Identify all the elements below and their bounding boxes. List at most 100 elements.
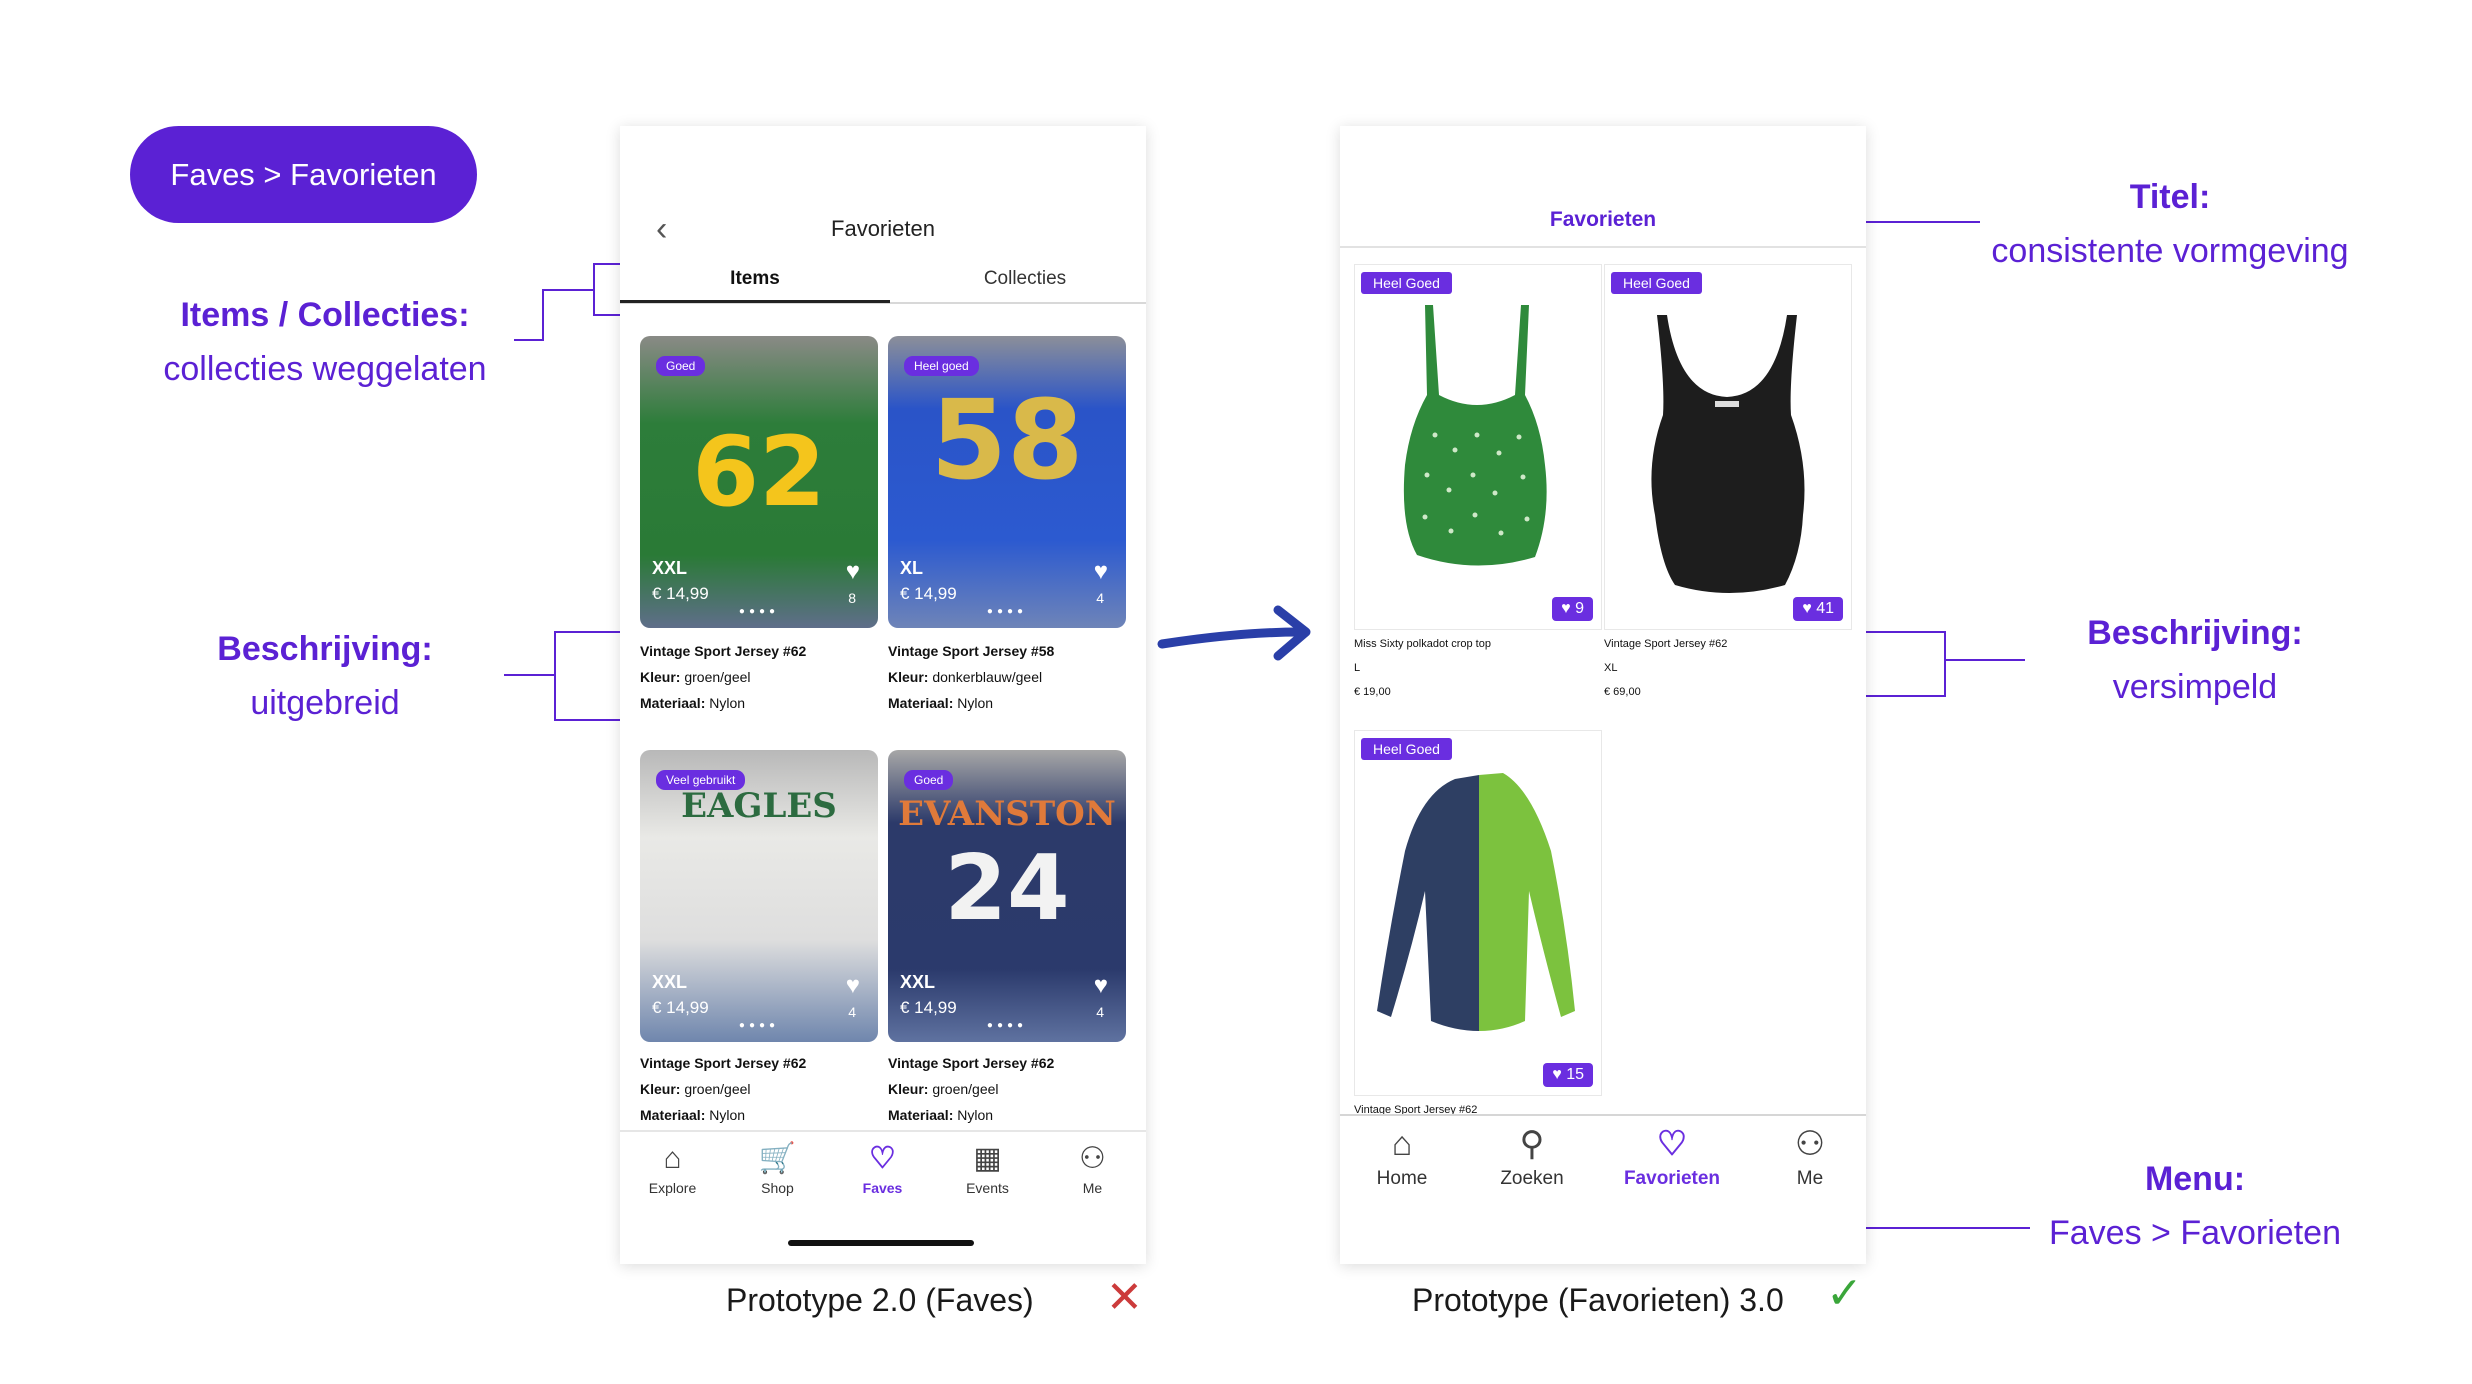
tab-active-indicator <box>620 300 890 303</box>
size-label: L <box>1354 662 1361 674</box>
caption-prototype-2: Prototype 2.0 (Faves) <box>726 1282 1034 1318</box>
tab-collecties[interactable]: Collecties <box>890 268 1146 290</box>
cross-icon: ✕ <box>1106 1273 1143 1322</box>
carousel-dots: ●●●● <box>738 1020 780 1031</box>
product-name: Vintage Sport Jersey #62 <box>1354 1104 1478 1116</box>
tabbar-explore[interactable]: ⌂ Explore <box>620 1142 725 1196</box>
desc-right-annotation-sub: versimpeld <box>2112 668 2278 706</box>
heart-icon[interactable]: ♥ <box>846 972 860 1000</box>
tabbar-divider <box>1340 1114 1866 1116</box>
menu-annotation-sub: Faves > Favorieten <box>2049 1214 2341 1252</box>
product-description: Vintage Sport Jersey #62 Kleur: groen/ge… <box>888 1055 1055 1123</box>
carousel-dots: ●●●● <box>986 1020 1028 1031</box>
product-card[interactable]: EVANSTON 24 Goed XXL € 14,99 ♥ 4 ●●●● <box>888 750 1126 1042</box>
size-label: XXL <box>652 558 688 578</box>
condition-badge: Heel Goed <box>1611 272 1702 294</box>
tab-items[interactable]: Items <box>620 268 890 290</box>
price-label: € 19,00 <box>1354 686 1391 698</box>
condition-badge: Veel gebruikt <box>656 770 746 790</box>
caption-prototype-3: Prototype (Favorieten) 3.0 <box>1412 1282 1784 1318</box>
product-card[interactable]: Heel Goed ♥ 15 <box>1354 730 1602 1096</box>
condition-badge: Goed <box>904 770 954 790</box>
desc-right-annotation-title: Beschrijving: <box>2087 614 2303 652</box>
heart-icon[interactable]: ♥ <box>846 558 860 586</box>
phone-prototype-3: Favorieten Heel Goed ♥ 9 Miss Sixty polk… <box>1340 126 1866 1264</box>
tabbar-events[interactable]: ▦ Events <box>935 1142 1040 1196</box>
jersey-number: 58 <box>930 376 1084 504</box>
product-card[interactable]: 58 Heel goed XL € 14,99 ♥ 4 ●●●● <box>888 336 1126 628</box>
jersey-number: 62 <box>692 416 826 528</box>
size-label: XXL <box>652 972 688 992</box>
heart-icon[interactable]: ♥ <box>1094 972 1108 1000</box>
like-count: 8 <box>848 590 856 606</box>
size-label: XL <box>900 558 924 578</box>
product-image <box>1403 305 1547 566</box>
desc-left-annotation-sub: uitgebreid <box>250 684 400 722</box>
price-label: € 14,99 <box>652 998 709 1017</box>
menu-annotation-title: Menu: <box>2144 1160 2246 1198</box>
price-label: € 14,99 <box>652 584 709 603</box>
calendar-icon: ▦ <box>973 1142 1002 1175</box>
check-icon: ✓ <box>1826 1269 1863 1318</box>
product-card[interactable]: EAGLES Veel gebruikt XXL € 14,99 ♥ 4 ●●●… <box>640 750 878 1042</box>
tabbar-shop[interactable]: 🛒 Shop <box>725 1142 830 1196</box>
product-name: Vintage Sport Jersey #58 <box>888 643 1055 659</box>
titel-annotation-title: Titel: <box>2129 178 2211 216</box>
tabbar-favorieten[interactable]: ♡ Favorieten <box>1602 1126 1742 1190</box>
product-description: Miss Sixty polkadot crop top L € 19,00 <box>1354 632 1491 704</box>
tabbar-faves[interactable]: ♡ Faves <box>830 1142 935 1196</box>
product-description: Vintage Sport Jersey #62 XL € 69,00 <box>1604 632 1727 704</box>
tabbar-me[interactable]: ⚇ Me <box>1040 1142 1145 1196</box>
like-count[interactable]: ♥ 41 <box>1793 597 1843 621</box>
tabbar-divider <box>620 1130 1146 1132</box>
page-title: Favorieten <box>1549 208 1657 231</box>
like-count: 4 <box>848 1004 856 1020</box>
product-image <box>1651 315 1805 593</box>
cart-icon: 🛒 <box>758 1142 797 1175</box>
items-annotation-sub: collecties weggelaten <box>163 350 487 388</box>
heart-icon: ♡ <box>1656 1125 1688 1163</box>
like-count[interactable]: ♥ 15 <box>1543 1063 1593 1087</box>
size-label: XXL <box>900 972 936 992</box>
product-card[interactable]: Heel Goed ♥ 41 <box>1604 264 1852 630</box>
price-label: € 14,99 <box>900 584 957 603</box>
price-label: € 14,99 <box>900 998 957 1017</box>
home-icon: ⌂ <box>1391 1125 1413 1163</box>
condition-badge: Goed <box>656 356 706 376</box>
jersey-number: 24 <box>944 836 1070 941</box>
page-title: Favorieten <box>831 216 935 241</box>
product-image <box>1377 773 1575 1031</box>
section-pill: Faves > Favorieten <box>130 126 477 223</box>
product-description: Vintage Sport Jersey #62 Kleur: groen/ge… <box>640 643 807 711</box>
product-name: Miss Sixty polkadot crop top <box>1354 638 1491 650</box>
titel-annotation-sub: consistente vormgeving <box>1991 232 2349 270</box>
home-indicator <box>788 1240 974 1246</box>
heart-icon[interactable]: ♥ <box>1094 558 1108 586</box>
carousel-dots: ●●●● <box>738 606 780 617</box>
like-count: 4 <box>1096 590 1104 606</box>
product-name: Vintage Sport Jersey #62 <box>640 643 807 659</box>
header-divider <box>1340 246 1866 248</box>
phone-prototype-2: ‹ Favorieten Items Collecties 62 Goed XX… <box>620 126 1146 1264</box>
product-description: Vintage Sport Jersey #58 Kleur: donkerbl… <box>888 643 1055 711</box>
user-icon: ⚇ <box>1794 1125 1826 1163</box>
product-name: Vintage Sport Jersey #62 <box>640 1055 807 1071</box>
condition-badge: Heel goed <box>904 356 979 376</box>
home-icon: ⌂ <box>663 1142 682 1175</box>
user-icon: ⚇ <box>1079 1142 1106 1175</box>
condition-badge: Heel Goed <box>1361 272 1452 294</box>
tabbar-zoeken[interactable]: ⚲ Zoeken <box>1462 1126 1602 1190</box>
tabbar-me[interactable]: ⚇ Me <box>1740 1126 1866 1190</box>
product-name: Vintage Sport Jersey #62 <box>1604 638 1728 650</box>
jersey-team: EAGLES <box>681 786 837 826</box>
like-count[interactable]: ♥ 9 <box>1552 597 1593 621</box>
like-count: 4 <box>1096 1004 1104 1020</box>
tabbar-home[interactable]: ⌂ Home <box>1340 1126 1472 1190</box>
jersey-team: EVANSTON <box>898 794 1116 834</box>
items-annotation-title: Items / Collecties: <box>180 296 470 334</box>
product-card[interactable]: Heel Goed ♥ 9 <box>1354 264 1602 630</box>
heart-icon: ♡ <box>869 1142 896 1175</box>
product-card[interactable]: 62 Goed XXL € 14,99 ♥ 8 ●●●● <box>640 336 878 628</box>
desc-left-annotation-title: Beschrijving: <box>217 630 433 668</box>
product-description: Vintage Sport Jersey #62 Kleur: groen/ge… <box>640 1055 807 1123</box>
